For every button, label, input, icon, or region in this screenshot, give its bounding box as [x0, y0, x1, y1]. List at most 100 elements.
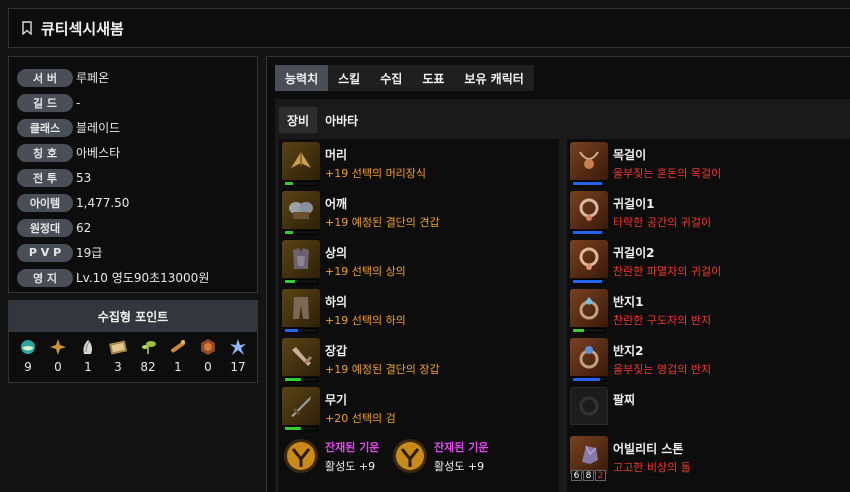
equip-icon-frame [282, 387, 320, 433]
tab-chart[interactable]: 도표 [412, 65, 454, 91]
info-row-class: 클래스 블레이드 [17, 115, 257, 140]
quality-bar [572, 230, 606, 235]
collect-count: 1 [84, 360, 92, 374]
equip-slot-necklace[interactable]: 목걸이 울부짖는 혼돈의 목걸이 [570, 142, 830, 188]
equip-slot-name: 목걸이 [613, 148, 647, 162]
equipment-panel: 장비 아바타 머리 +19 선택의 머리장식 어깨 +19 예정된 결단의 견갑… [275, 99, 850, 492]
info-label: 서 버 [17, 68, 73, 87]
collectible-points-panel: 수집형 포인트 9 0 1 3 82 1 0 17 [8, 300, 258, 383]
equip-slot-name: 반지1 [613, 295, 644, 309]
ring-icon [579, 297, 599, 320]
engraving-level-negative: 2 [595, 470, 606, 481]
bookmark-icon[interactable] [21, 21, 33, 35]
equip-icon-frame [570, 289, 608, 335]
equip-item-name: 울부짖는 영겁의 반지 [613, 363, 712, 376]
equip-slot-shoulder[interactable]: 어깨 +19 예정된 결단의 견갑 [282, 191, 542, 237]
equip-slot-chest[interactable]: 상의 +19 선택의 상의 [282, 240, 542, 286]
elixir-name: 잔재된 기운 [434, 441, 489, 454]
equip-slot-name: 반지2 [613, 344, 644, 358]
equip-slot-name: 팔찌 [613, 393, 636, 407]
ability-stone-icon [582, 445, 598, 464]
collect-item[interactable]: 1 [165, 338, 191, 374]
equip-icon-frame [570, 191, 608, 237]
ignea-token-icon [201, 339, 215, 355]
stone-engravings: 6 8 2 [571, 470, 607, 481]
quality-bar [572, 181, 606, 186]
equip-item-name: +19 선택의 하의 [325, 314, 406, 327]
tab-collection[interactable]: 수집 [370, 65, 412, 91]
info-value: 블레이드 [76, 121, 121, 135]
quality-fill [573, 182, 602, 185]
equip-slot-earring2[interactable]: 귀걸이2 찬란한 파멸자의 귀걸이 [570, 240, 830, 286]
quality-fill [285, 378, 301, 381]
info-value: 루페온 [76, 71, 110, 85]
quality-fill [285, 427, 301, 430]
info-label: 길 드 [17, 93, 73, 112]
equip-slot-bracelet[interactable]: 팔찌 [570, 387, 830, 433]
elixir-slot-1[interactable]: 잔재된 기운 활성도 +9 [282, 435, 394, 479]
equip-icon-frame [282, 191, 320, 237]
mokoko-sprout-icon [142, 341, 156, 354]
equip-slot-pants[interactable]: 하의 +19 선택의 하의 [282, 289, 542, 335]
equip-icon-frame [570, 142, 608, 188]
collect-item[interactable]: 1 [75, 338, 101, 374]
tab-avatar[interactable]: 아바타 [317, 107, 366, 133]
tab-skills[interactable]: 스킬 [328, 65, 370, 91]
equip-slot-ring1[interactable]: 반지1 찬란한 구도자의 반지 [570, 289, 830, 335]
equip-slot-name: 무기 [325, 393, 348, 407]
quality-fill [285, 231, 293, 234]
info-row-guild: 길 드 - [17, 90, 257, 115]
info-row-expedition: 원정대 62 [17, 215, 257, 240]
equip-slot-weapon[interactable]: 무기 +20 선택의 검 [282, 387, 542, 433]
info-row-title: 칭 호 아베스타 [17, 140, 257, 165]
equip-slot-ring2[interactable]: 반지2 울부짖는 영겁의 반지 [570, 338, 830, 384]
quality-fill [285, 182, 293, 185]
equip-icon-frame [282, 289, 320, 335]
equip-slot-ability-stone[interactable]: 6 8 2 어빌리티 스톤 고고한 비상의 돌 [570, 436, 830, 482]
ring-icon [579, 346, 599, 369]
collect-count: 9 [24, 360, 32, 374]
equip-slot-name: 어빌리티 스톤 [613, 442, 684, 456]
collect-item[interactable]: 0 [45, 338, 71, 374]
equip-item-name: 고고한 비상의 돌 [613, 461, 691, 474]
main-tabs: 능력치 스킬 수집 도표 보유 캐릭터 [275, 65, 534, 91]
equip-slot-name: 머리 [325, 148, 348, 162]
collect-count: 0 [54, 360, 62, 374]
collect-count: 1 [174, 360, 182, 374]
equip-icon-frame [282, 338, 320, 384]
equip-icon-frame [282, 142, 320, 188]
collect-item[interactable]: 17 [225, 338, 251, 374]
art-painting-icon [109, 340, 127, 355]
collect-count: 82 [140, 360, 156, 374]
equip-slot-name: 귀걸이1 [613, 197, 655, 211]
info-label: P V P [17, 243, 73, 262]
equip-slot-earring1[interactable]: 귀걸이1 타락한 공간의 귀걸이 [570, 191, 830, 237]
collect-item[interactable]: 0 [195, 338, 221, 374]
accessory-column: 목걸이 울부짖는 혼돈의 목걸이 귀걸이1 타락한 공간의 귀걸이 귀걸이2 찬… [567, 139, 850, 492]
quality-bar [284, 230, 318, 235]
shoulder-icon [289, 202, 313, 219]
info-value: - [76, 95, 81, 110]
tab-owned-characters[interactable]: 보유 캐릭터 [454, 65, 533, 91]
info-value: 62 [76, 220, 92, 235]
engraving-level: 6 [571, 470, 582, 481]
sword-icon [291, 396, 311, 417]
info-row-pvp: P V P 19급 [17, 240, 257, 265]
tab-stats[interactable]: 능력치 [275, 65, 329, 91]
tab-equipment[interactable]: 장비 [279, 107, 318, 133]
equip-slot-gloves[interactable]: 장갑 +19 예정된 결단의 장갑 [282, 338, 542, 384]
equip-icon-frame [570, 387, 608, 433]
elixir-slot-2[interactable]: 잔재된 기운 활성도 +9 [391, 435, 503, 479]
info-row-combat: 전 투 53 [17, 165, 257, 190]
equip-slot-head[interactable]: 머리 +19 선택의 머리장식 [282, 142, 542, 188]
collect-item[interactable]: 3 [105, 338, 131, 374]
collect-item[interactable]: 82 [135, 338, 161, 374]
collectible-points-title: 수집형 포인트 [9, 301, 257, 332]
equip-item-name: 찬란한 파멸자의 귀걸이 [613, 265, 722, 278]
collect-item[interactable]: 9 [15, 338, 41, 374]
armor-column: 머리 +19 선택의 머리장식 어깨 +19 예정된 결단의 견갑 상의 +19… [279, 139, 559, 492]
equip-slot-name: 어깨 [325, 197, 348, 211]
necklace-icon [579, 151, 599, 169]
equip-slot-name: 귀걸이2 [613, 246, 655, 260]
quality-bar [284, 279, 318, 284]
